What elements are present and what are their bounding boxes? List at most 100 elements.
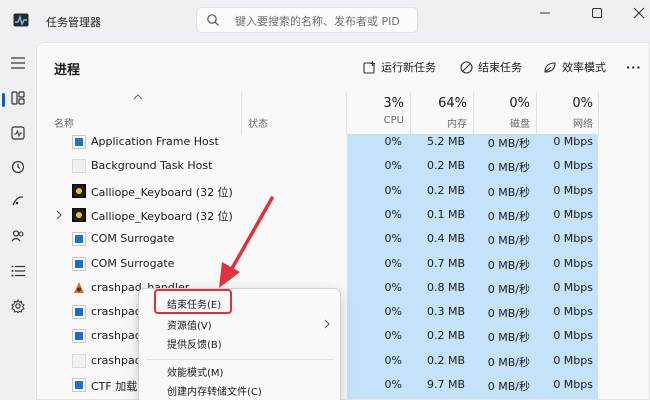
process-network: 0 Mbps bbox=[553, 159, 593, 173]
table-row[interactable]: Application Frame Host 0% 5.2 MB 0 MB/秒 0 Mb… bbox=[37, 130, 649, 154]
table-row[interactable]: Background Task Host 0% 0.2 MB 0 MB/秒 0 Mbps bbox=[37, 154, 649, 178]
process-network: 0 Mbps bbox=[553, 183, 593, 197]
maximize-button[interactable] bbox=[586, 4, 608, 22]
crashpad-icon bbox=[72, 281, 86, 295]
process-name: CTF 加载 bbox=[91, 380, 138, 393]
column-divider bbox=[346, 92, 347, 134]
nav-app-history-icon[interactable] bbox=[7, 156, 29, 178]
column-header-cpu[interactable]: CPU bbox=[354, 115, 404, 126]
highlight-box bbox=[154, 289, 232, 314]
process-memory: 0.4 MB bbox=[426, 232, 465, 246]
process-memory: 0.2 MB bbox=[426, 329, 465, 343]
process-name: Background Task Host bbox=[91, 159, 213, 173]
search-icon bbox=[206, 13, 220, 27]
process-memory: 9.7 MB bbox=[426, 378, 465, 391]
table-row[interactable]: CTF 加载 0% 9.7 MB 0 MB/秒 0 Mbps bbox=[37, 373, 649, 397]
minimize-button[interactable] bbox=[534, 4, 556, 22]
column-divider bbox=[598, 92, 599, 134]
end-task-button[interactable]: 结束任务 bbox=[460, 57, 522, 77]
column-header-disk[interactable]: 磁盘 bbox=[480, 115, 530, 130]
efficiency-mode-button[interactable]: 效率模式 bbox=[543, 57, 606, 77]
table-row[interactable]: crashpad 0% 0.2 MB 0 MB/秒 0 Mbps bbox=[37, 324, 649, 348]
process-name: COM Surrogate bbox=[91, 256, 175, 270]
table-row[interactable]: crashpad 0% 0.3 MB 0 MB/秒 0 Mbps bbox=[37, 300, 649, 324]
process-cpu: 0% bbox=[384, 159, 402, 173]
process-memory: 0.7 MB bbox=[426, 256, 465, 270]
process-network: 0 Mbps bbox=[553, 305, 593, 319]
more-options-button[interactable]: ··· bbox=[626, 57, 642, 77]
keyboard-app-icon bbox=[72, 183, 86, 198]
disk-total: 0% bbox=[509, 96, 530, 111]
nav-details-icon[interactable] bbox=[7, 260, 29, 282]
process-network: 0 Mbps bbox=[553, 232, 593, 246]
column-header-network[interactable]: 网络 bbox=[543, 115, 593, 130]
process-disk: 0 MB/秒 bbox=[487, 307, 530, 321]
window-icon bbox=[72, 329, 86, 344]
process-disk: 0 MB/秒 bbox=[487, 234, 530, 248]
nav-services-icon[interactable] bbox=[7, 295, 29, 317]
table-row[interactable]: COM Surrogate 0% 0.4 MB 0 MB/秒 0 Mbps bbox=[37, 227, 649, 251]
process-network: 0 Mbps bbox=[553, 256, 593, 270]
column-divider bbox=[473, 92, 474, 134]
menu-divider bbox=[147, 359, 333, 360]
table-row[interactable]: Calliope_Keyboard (32 位) 0% 0.1 MB 0 MB/秒 0 … bbox=[37, 203, 649, 227]
window-icon bbox=[72, 232, 86, 247]
efficiency-mode-label: 效率模式 bbox=[562, 61, 606, 74]
process-name: crashpad bbox=[91, 353, 142, 367]
nav-users-icon[interactable] bbox=[7, 225, 29, 247]
menu-item-resource-values[interactable]: 资源值(V) bbox=[167, 317, 212, 332]
process-cpu: 0% bbox=[384, 353, 402, 367]
close-button[interactable] bbox=[628, 4, 650, 22]
run-new-task-label: 运行新任务 bbox=[381, 61, 436, 74]
process-disk: 0 MB/秒 bbox=[487, 185, 530, 199]
expand-chevron-icon[interactable] bbox=[56, 210, 62, 220]
process-disk: 0 MB/秒 bbox=[487, 331, 530, 345]
process-disk: 0 MB/秒 bbox=[487, 209, 530, 223]
process-network: 0 Mbps bbox=[553, 280, 593, 294]
nav-startup-apps-icon[interactable] bbox=[7, 190, 29, 212]
column-header-memory[interactable]: 内存 bbox=[417, 115, 467, 130]
table-row[interactable]: Calliope_Keyboard (32 位) 0% 0.2 MB 0 MB/秒 0 … bbox=[37, 179, 649, 203]
table-row[interactable]: crashpad_handler 0% 0.8 MB 0 MB/秒 0 Mbps bbox=[37, 276, 649, 300]
search-box[interactable]: 键入要搜索的名称、发布者或 PID bbox=[196, 7, 418, 33]
process-network: 0 Mbps bbox=[553, 353, 593, 367]
process-memory: 0.8 MB bbox=[426, 280, 465, 294]
process-cpu: 0% bbox=[384, 135, 402, 148]
blank-icon bbox=[72, 353, 86, 368]
column-header-name[interactable]: 名称 bbox=[54, 115, 74, 130]
title-bar: 任务管理器 键入要搜索的名称、发布者或 PID bbox=[0, 0, 650, 42]
menu-item-efficiency-mode[interactable]: 效能模式(M) bbox=[167, 364, 223, 379]
hamburger-menu-icon[interactable] bbox=[7, 52, 29, 74]
process-disk: 0 MB/秒 bbox=[487, 355, 530, 369]
process-memory: 0.1 MB bbox=[426, 207, 465, 221]
menu-item-create-dump[interactable]: 创建内存转储文件(C) bbox=[167, 383, 262, 398]
table-row[interactable]: COM Surrogate 0% 0.7 MB 0 MB/秒 0 Mbps bbox=[37, 252, 649, 276]
window-icon bbox=[72, 305, 86, 320]
window-title: 任务管理器 bbox=[46, 16, 101, 29]
navigation-rail bbox=[0, 42, 36, 400]
process-memory: 5.2 MB bbox=[426, 135, 465, 148]
process-disk: 0 MB/秒 bbox=[487, 137, 530, 150]
process-cpu: 0% bbox=[384, 207, 402, 221]
process-name: COM Surrogate bbox=[91, 232, 175, 246]
process-name: Calliope_Keyboard (32 位) bbox=[91, 185, 233, 199]
nav-performance-icon[interactable] bbox=[7, 122, 29, 144]
column-header-status[interactable]: 状态 bbox=[248, 115, 268, 130]
run-new-task-button[interactable]: 运行新任务 bbox=[363, 57, 436, 77]
sort-ascending-icon bbox=[133, 90, 143, 100]
column-divider bbox=[410, 92, 411, 134]
column-divider bbox=[536, 92, 537, 134]
active-indicator bbox=[2, 93, 5, 107]
process-name: crashpad bbox=[91, 329, 142, 343]
window-icon bbox=[72, 135, 86, 149]
process-memory: 0.2 MB bbox=[426, 159, 465, 173]
table-row[interactable]: crashpad 0% 0.2 MB 0 MB/秒 0 Mbps bbox=[37, 349, 649, 373]
blank-icon bbox=[72, 159, 86, 174]
nav-processes-icon[interactable] bbox=[7, 87, 29, 109]
process-memory: 0.2 MB bbox=[426, 183, 465, 197]
process-disk: 0 MB/秒 bbox=[487, 258, 530, 272]
menu-item-feedback[interactable]: 提供反馈(B) bbox=[167, 336, 222, 351]
cpu-total: 3% bbox=[383, 96, 404, 111]
process-network: 0 Mbps bbox=[553, 207, 593, 221]
column-divider bbox=[241, 92, 242, 134]
